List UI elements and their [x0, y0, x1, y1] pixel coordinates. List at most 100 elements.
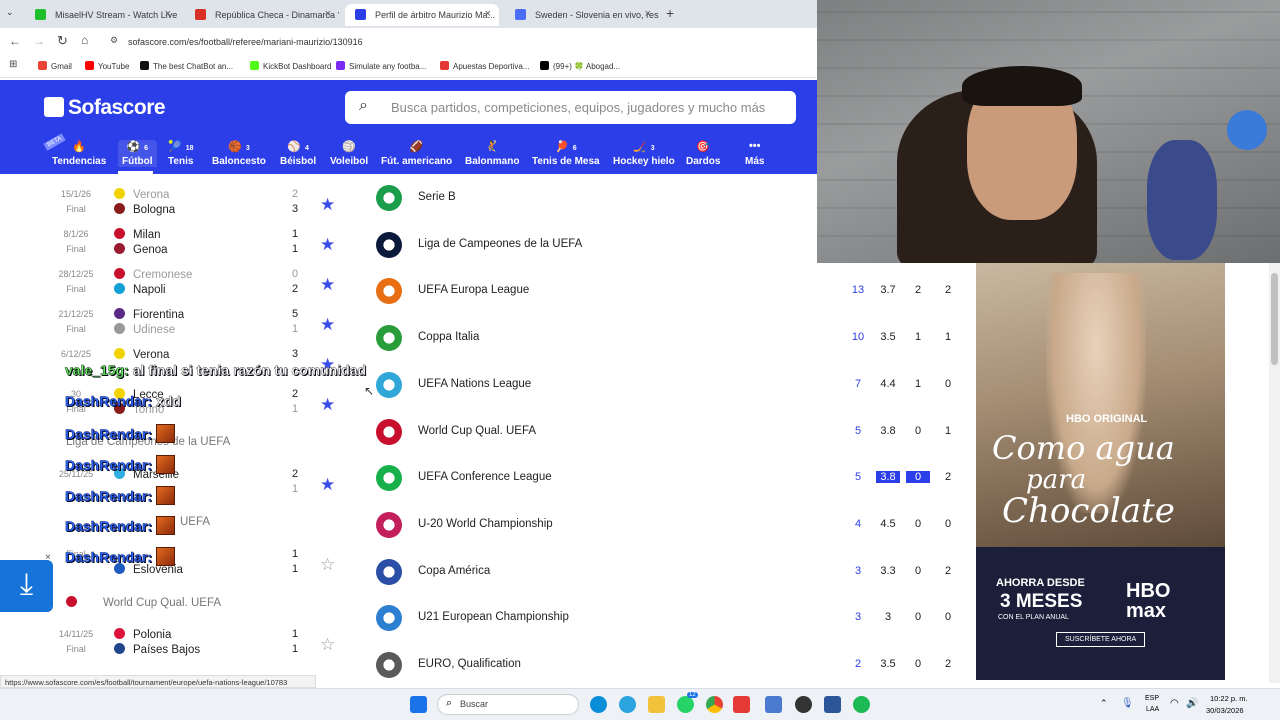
tab-search-icon[interactable]: ⌄ — [6, 7, 14, 18]
competition-row[interactable]: U21 European Championship 3 3 0 0 — [372, 595, 972, 641]
away-team[interactable]: Napoli — [114, 283, 166, 296]
ad-cta-button[interactable]: SUSCRÍBETE AHORA — [1056, 632, 1146, 647]
home-team[interactable]: Milan — [114, 228, 160, 241]
site-info-icon[interactable]: ⚙ — [110, 35, 118, 46]
away-team[interactable]: Bologna — [114, 203, 175, 216]
home-team[interactable]: Fiorentina — [114, 308, 184, 321]
back-icon[interactable]: ← — [9, 34, 21, 48]
tab-close-icon[interactable]: × — [485, 8, 491, 20]
file-explorer-icon[interactable] — [648, 696, 665, 713]
bookmark-item[interactable]: Apuestas Deportiva... — [440, 61, 529, 71]
obs-icon[interactable] — [795, 696, 812, 713]
sport-tab[interactable]: 🎾 18 Tenis — [168, 140, 194, 167]
star-filled-icon[interactable]: ★ — [320, 275, 335, 295]
download-button[interactable]: ⤓ — [0, 560, 53, 612]
whatsapp-icon[interactable] — [677, 696, 694, 713]
tab-close-icon[interactable]: × — [165, 8, 171, 20]
sport-tab[interactable]: 🏓 6 Tenis de Mesa — [532, 140, 600, 167]
wifi-icon[interactable]: ◠ — [1170, 698, 1179, 709]
word-icon[interactable] — [824, 696, 841, 713]
competition-row[interactable]: EURO, Qualification 2 3.5 0 2 — [372, 642, 972, 688]
competition-row[interactable]: UEFA Nations League 7 4.4 1 0 — [372, 362, 972, 408]
away-team[interactable]: Genoa — [114, 243, 168, 256]
competition-row[interactable]: World Cup Qual. UEFA 5 3.8 0 1 — [372, 409, 972, 455]
tab-close-icon[interactable]: × — [325, 8, 331, 20]
edge-icon[interactable] — [590, 696, 607, 713]
bookmark-item[interactable]: YouTube — [85, 61, 129, 71]
download-close-icon[interactable]: × — [45, 552, 51, 563]
browser-tab[interactable]: Perfil de árbitro Maurizio Ma... × — [345, 4, 499, 26]
star-outline-icon[interactable]: ☆ — [320, 555, 335, 575]
star-outline-icon[interactable]: ☆ — [320, 635, 335, 655]
telegram-icon[interactable] — [619, 696, 636, 713]
home-icon[interactable]: ⌂ — [81, 33, 88, 47]
browser-tab[interactable]: Sweden - Slovenia en vivo, res... × — [505, 4, 659, 26]
star-filled-icon[interactable]: ★ — [320, 315, 335, 335]
calculator-icon[interactable] — [765, 696, 782, 713]
clock-time[interactable]: 10:22 p. m. — [1210, 694, 1248, 703]
competition-row[interactable]: UEFA Europa League 13 3.7 2 2 — [372, 268, 972, 314]
sport-tab[interactable]: 🎯 Dardos — [686, 140, 720, 167]
tray-chevron-icon[interactable]: ⌃ — [1100, 698, 1108, 709]
match-row[interactable]: 14/11/25 Final Polonia Países Bajos 1 1 ☆ — [0, 627, 345, 667]
language-top[interactable]: ESP — [1145, 695, 1159, 702]
bookmark-item[interactable]: Simulate any footba... — [336, 61, 426, 71]
language-bottom[interactable]: LAA — [1146, 706, 1159, 713]
match-row[interactable]: 21/12/25 Final Fiorentina Udinese 5 1 ★ — [0, 307, 345, 347]
match-row[interactable]: 8/1/26 Final Milan Genoa 1 1 ★ — [0, 227, 345, 267]
competition-row[interactable]: UEFA Conference League 5 3.8 0 2 — [372, 455, 972, 501]
away-team[interactable]: Países Bajos — [114, 643, 200, 656]
sport-tab[interactable]: ⚽ 6 Fútbol — [118, 140, 157, 167]
home-team[interactable]: Verona — [114, 348, 169, 361]
home-team[interactable]: Verona — [114, 188, 169, 201]
home-team[interactable]: Cremonese — [114, 268, 192, 281]
sport-tab[interactable]: 🏈 Fút. americano — [381, 140, 452, 167]
bookmark-item[interactable]: (99+) 🍀 Abogad... — [540, 61, 620, 71]
star-filled-icon[interactable]: ★ — [320, 395, 335, 415]
sport-tab[interactable]: ⚾ 4 Béisbol — [280, 140, 316, 167]
bookmark-item[interactable]: KickBot Dashboard — [250, 61, 331, 71]
sport-tab[interactable]: ••• Más — [745, 140, 764, 167]
competition-row[interactable]: Coppa Italia 10 3.5 1 1 — [372, 315, 972, 361]
sofascore-logo[interactable]: Sofascore — [44, 96, 166, 120]
chrome-icon[interactable] — [706, 696, 723, 713]
mic-icon[interactable]: 🎙 — [1121, 698, 1134, 709]
competition-group-header[interactable]: UEFA — [180, 516, 210, 528]
sport-tab[interactable]: 🔥 Tendencias — [52, 140, 106, 167]
competition-row[interactable]: U-20 World Championship 4 4.5 0 0 — [372, 502, 972, 548]
star-filled-icon[interactable]: ★ — [320, 195, 335, 215]
sport-tab[interactable]: 🏀 3 Baloncesto — [212, 140, 266, 167]
competition-row[interactable]: Copa América 3 3.3 0 2 — [372, 549, 972, 595]
match-date: 21/12/25 — [58, 309, 94, 319]
windows-start-icon[interactable] — [410, 696, 427, 713]
away-team[interactable]: Udinese — [114, 323, 175, 336]
star-filled-icon[interactable]: ★ — [320, 235, 335, 255]
volume-icon[interactable]: 🔊 — [1186, 698, 1198, 709]
star-filled-icon[interactable]: ★ — [320, 475, 335, 495]
competition-group-header[interactable]: World Cup Qual. UEFA — [66, 596, 221, 609]
competition-name: U-20 World Championship — [418, 517, 553, 530]
text-editor-icon[interactable] — [733, 696, 750, 713]
page-scrollbar[interactable] — [1269, 263, 1280, 683]
search-input[interactable]: ⌕ Busca partidos, competiciones, equipos… — [345, 91, 796, 124]
tab-close-icon[interactable]: × — [645, 8, 651, 20]
spotify-icon[interactable] — [853, 696, 870, 713]
sport-tab[interactable]: 🏐 Voleibol — [330, 140, 368, 167]
url-field[interactable]: sofascore.com/es/football/referee/marian… — [128, 37, 363, 47]
reload-icon[interactable]: ↻ — [57, 33, 68, 49]
scrollbar-thumb[interactable] — [1271, 273, 1278, 365]
taskbar-search[interactable]: ⌕ Buscar — [437, 694, 579, 715]
browser-tab[interactable]: MisaelHV Stream - Watch Live o × — [25, 4, 179, 26]
match-row[interactable]: 15/1/26 Final Verona Bologna 2 3 ★ — [0, 187, 345, 227]
new-tab-button[interactable]: + — [666, 5, 674, 21]
clock-date[interactable]: 30/03/2026 — [1206, 706, 1244, 715]
bookmark-item[interactable]: Gmail — [38, 61, 72, 71]
match-row[interactable]: 28/12/25 Final Cremonese Napoli 0 2 ★ — [0, 267, 345, 307]
apps-grid-icon[interactable]: ⊞ — [9, 59, 17, 70]
home-team[interactable]: Polonia — [114, 628, 171, 641]
sport-tab[interactable]: 🏒 3 Hockey hielo — [613, 140, 675, 167]
forward-icon[interactable]: → — [33, 34, 45, 48]
bookmark-item[interactable]: The best ChatBot an... — [140, 61, 233, 71]
sport-tab[interactable]: 🤾 Balonmano — [465, 140, 519, 167]
browser-tab[interactable]: República Checa - Dinamarca ? × — [185, 4, 339, 26]
